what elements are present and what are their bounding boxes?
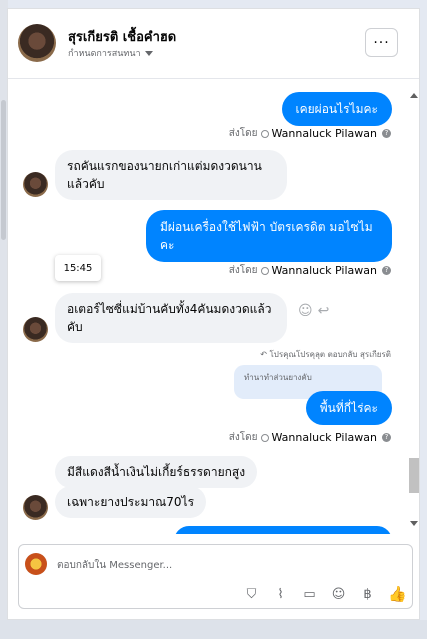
scroll-down-icon[interactable] [410, 521, 418, 526]
sent-by-name: Wannaluck Pilawan [271, 127, 378, 140]
chat-panel: สุรเกียรติ เชื้อคำฮด กำหนดการสนทนา ··· เ… [7, 8, 420, 620]
timestamp-tooltip: 15:45 [55, 255, 101, 281]
reply-icon[interactable]: ↩ [318, 303, 330, 319]
assign-conversation-dropdown[interactable]: กำหนดการสนทนา [68, 46, 153, 60]
page-avatar [25, 553, 47, 575]
composer-toolbar: ⛉ ⌇ ▭ ☺ ฿ 👍 [243, 585, 407, 603]
outgoing-message[interactable]: เคยผ่อนไรไมคะ [281, 92, 392, 126]
left-scrollbar-thumb[interactable] [1, 100, 6, 240]
help-icon[interactable]: ? [382, 266, 391, 275]
scrollbar-thumb[interactable] [409, 458, 419, 493]
more-options-button[interactable]: ··· [365, 28, 398, 57]
gear-icon [260, 266, 269, 275]
sent-by-line: ส่งโดย Wannaluck Pilawan ? [229, 126, 391, 141]
attachment-icon[interactable]: ⌇ [272, 587, 289, 602]
caret-down-icon [144, 50, 153, 56]
message-list: เคยผ่อนไรไมคะ ส่งโดย Wannaluck Pilawan ?… [8, 80, 419, 534]
more-icon: ··· [373, 34, 390, 51]
sent-by-name: Wannaluck Pilawan [271, 264, 378, 277]
contact-message-avatar[interactable] [23, 172, 48, 197]
outgoing-message[interactable]: พื้นที่กี่ไร่คะ [305, 391, 392, 425]
gear-icon [260, 129, 269, 138]
like-icon[interactable]: 👍 [388, 585, 407, 603]
contact-message-avatar[interactable] [23, 495, 48, 520]
contact-message-avatar[interactable] [23, 317, 48, 342]
bottom-bar [0, 620, 427, 639]
chat-header: สุรเกียรติ เชื้อคำฮด กำหนดการสนทนา ··· [8, 9, 419, 79]
sent-by-line: ส่งโดย Wannaluck Pilawan ? [229, 430, 391, 445]
incoming-message[interactable]: รถคันแรกของนายกเก่าแต่มดงวดนานแล้วคับ [55, 150, 287, 200]
outgoing-message-partial[interactable] [174, 526, 392, 534]
react-icon[interactable]: ☺ [298, 303, 313, 319]
scroll-up-icon[interactable] [410, 93, 418, 98]
help-icon[interactable]: ? [382, 433, 391, 442]
sent-by-name: Wannaluck Pilawan [271, 431, 378, 444]
reply-input[interactable]: ตอบกลับใน Messenger... [57, 558, 172, 573]
gear-icon [260, 433, 269, 442]
incoming-message[interactable]: มีสีแดงสีน้ำเงินไม่เกี้ยร์ธรรดายกสูง [55, 456, 258, 488]
saved-reply-icon[interactable]: ⛉ [243, 587, 260, 602]
contact-name[interactable]: สุรเกียรติ เชื้อคำฮด [68, 26, 176, 47]
reply-composer[interactable]: ตอบกลับใน Messenger... ⛉ ⌇ ▭ ☺ ฿ 👍 [18, 544, 413, 609]
emoji-icon[interactable]: ☺ [330, 587, 347, 602]
help-icon[interactable]: ? [382, 129, 391, 138]
message-scrollbar[interactable] [408, 93, 419, 534]
sent-by-prefix: ส่งโดย [228, 265, 258, 276]
sent-by-prefix: ส่งโดย [228, 432, 258, 443]
message-actions: ☺ ↩ [298, 303, 329, 319]
incoming-message[interactable]: เฉพาะยางประมาณ70ไร [55, 486, 207, 518]
baht-icon[interactable]: ฿ [359, 587, 376, 602]
contact-avatar[interactable] [18, 24, 56, 62]
incoming-message[interactable]: อเตอร์ไซซี่แม่บ้านคับทั้ง4คันมดงวดแล้วคั… [55, 293, 287, 343]
reply-header: ↶ โปรคุณโปรคุลุต ตอบกลับ สุรเกียรติ [260, 350, 391, 359]
sent-by-line: ส่งโดย Wannaluck Pilawan ? [229, 263, 391, 278]
sticker-icon[interactable]: ▭ [301, 587, 318, 602]
sent-by-prefix: ส่งโดย [228, 128, 258, 139]
outgoing-message[interactable]: มีผ่อนเครื่องใช้ไฟฟ้า บัตรเครดิต มอไซไมค… [146, 210, 392, 262]
assign-label: กำหนดการสนทนา [68, 49, 141, 59]
